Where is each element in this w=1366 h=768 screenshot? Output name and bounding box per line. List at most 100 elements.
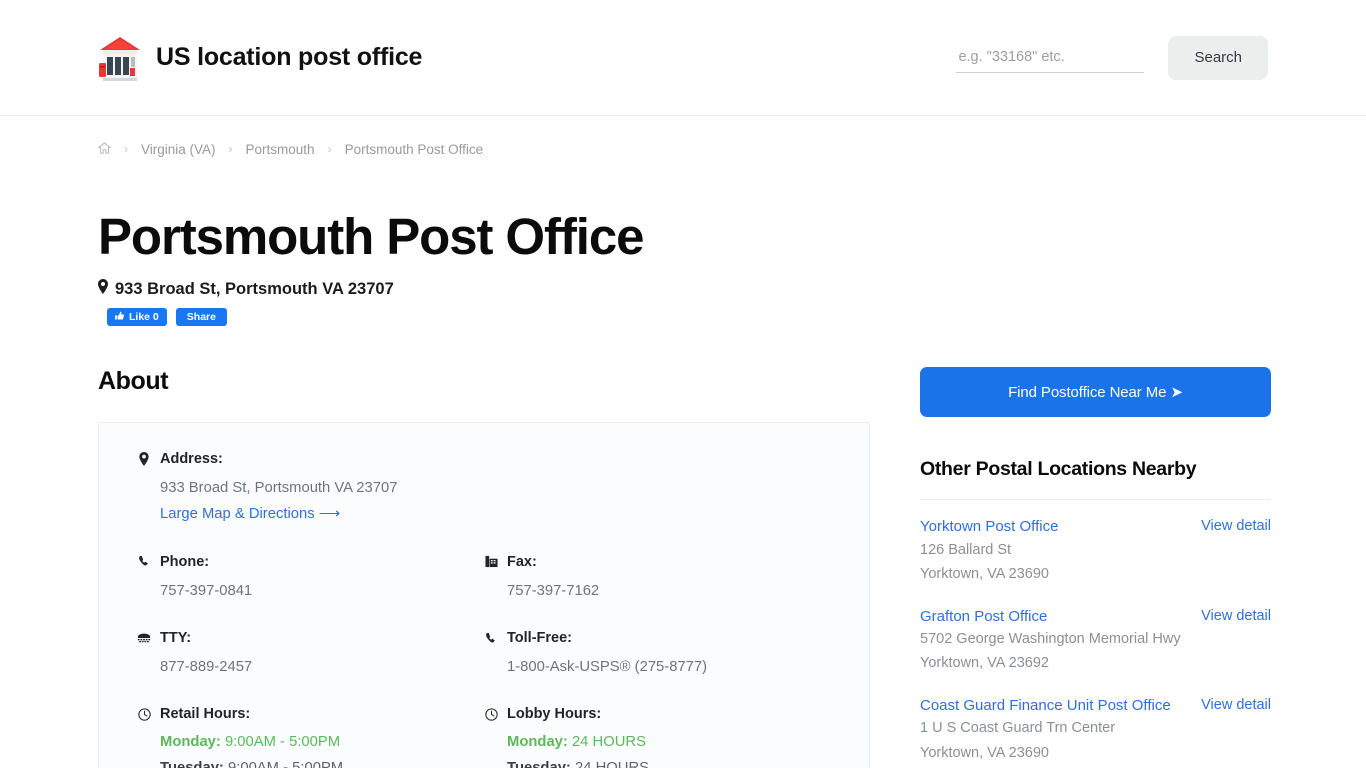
lobby-hours-day: Monday: — [507, 734, 568, 751]
info-tty-label: TTY: — [160, 630, 192, 647]
facebook-share-button[interactable]: Share — [175, 308, 227, 327]
breadcrumb-item-city[interactable]: Portsmouth — [246, 142, 315, 157]
find-postoffice-near-me-button[interactable]: Find Postoffice Near Me ➤ — [920, 367, 1271, 418]
retail-hours-day: Tuesday: — [160, 759, 224, 768]
nearby-location-citystate: Yorktown, VA 23690 — [920, 744, 1049, 761]
site-header: US location post office Search — [0, 0, 1366, 116]
nearby-item-info: Yorktown Post Office 126 Ballard St York… — [920, 517, 1189, 585]
nearby-location-link[interactable]: Yorktown Post Office — [920, 517, 1189, 537]
clock-icon — [484, 707, 498, 722]
info-retail-hours-label: Retail Hours: — [160, 706, 251, 723]
info-block-fax: Fax: 757-397-7162 — [484, 554, 831, 604]
info-fax-header: Fax: — [484, 554, 831, 570]
info-address-label: Address: — [160, 451, 223, 468]
phone-icon — [484, 631, 498, 646]
view-detail-link[interactable]: View detail — [1201, 696, 1271, 713]
info-tollfree-header: Toll-Free: — [484, 630, 831, 646]
nearby-location-street: 1 U S Coast Guard Trn Center — [920, 720, 1116, 737]
view-detail-link[interactable]: View detail — [1201, 607, 1271, 624]
info-block-tollfree: Toll-Free: 1-800-Ask-USPS® (275-8777) — [484, 630, 831, 680]
info-block-lobby-hours: Lobby Hours: Monday: 24 HOURS Tuesday: 2… — [484, 706, 831, 768]
breadcrumb: › Virginia (VA) › Portsmouth › Portsmout… — [97, 116, 1268, 162]
tty-icon — [137, 631, 151, 646]
list-item: Grafton Post Office 5702 George Washingt… — [920, 590, 1271, 679]
content-columns: About Address: 933 Broad St, Portsmouth … — [98, 367, 1271, 768]
lobby-hours-day: Tuesday: — [507, 759, 571, 768]
nearby-locations-list: Yorktown Post Office 126 Ballard St York… — [920, 499, 1271, 768]
nearby-locations-title: Other Postal Locations Nearby — [920, 458, 1197, 481]
brand-title: US location post office — [156, 43, 423, 71]
nearby-location-street: 5702 George Washington Memorial Hwy — [920, 631, 1181, 648]
info-fax-value: 757-397-7162 — [507, 582, 600, 599]
breadcrumb-item-state[interactable]: Virginia (VA) — [141, 142, 216, 157]
info-retail-hours-header: Retail Hours: — [137, 706, 484, 722]
breadcrumb-home-link[interactable] — [97, 141, 112, 157]
info-block-address: Address: 933 Broad St, Portsmouth VA 237… — [137, 451, 831, 528]
page-content: › Virginia (VA) › Portsmouth › Portsmout… — [0, 116, 1366, 768]
info-lobby-hours-header: Lobby Hours: — [484, 706, 831, 722]
list-item: Yorktown Post Office 126 Ballard St York… — [920, 500, 1271, 589]
breadcrumb-separator: › — [124, 142, 128, 156]
home-icon — [97, 141, 112, 154]
post-office-building-icon — [98, 35, 142, 81]
info-tollfree-value: 1-800-Ask-USPS® (275-8777) — [507, 659, 708, 676]
retail-hours-row: Monday: 9:00AM - 5:00PM — [160, 730, 484, 755]
header-search: Search — [956, 35, 1268, 80]
thumbs-up-icon — [115, 311, 125, 324]
search-button[interactable]: Search — [1168, 35, 1268, 80]
info-retail-hours-body: Monday: 9:00AM - 5:00PM Tuesday: 9:00AM … — [137, 730, 484, 768]
nearby-item-info: Grafton Post Office 5702 George Washingt… — [920, 607, 1189, 675]
info-tty-value: 877-889-2457 — [160, 659, 253, 676]
search-input[interactable] — [956, 42, 1145, 73]
info-phone-value: 757-397-0841 — [160, 582, 253, 599]
lobby-hours-value: 24 HOURS — [571, 734, 646, 751]
nearby-item-info: Coast Guard Finance Unit Post Office 1 U… — [920, 696, 1189, 764]
hero-address: 933 Broad St, Portsmouth VA 23707 — [98, 279, 1268, 299]
hero-address-text: 933 Broad St, Portsmouth VA 23707 — [115, 279, 394, 298]
large-map-directions-link[interactable]: Large Map & Directions ⟶ — [160, 501, 340, 527]
retail-hours-row: Tuesday: 9:00AM - 5:00PM — [160, 756, 484, 768]
lobby-hours-value: 24 HOURS — [575, 759, 650, 768]
map-pin-icon — [98, 279, 108, 299]
about-section-title: About — [98, 367, 169, 396]
hero-block: Portsmouth Post Office 933 Broad St, Por… — [98, 162, 1268, 327]
fax-icon — [484, 554, 498, 569]
info-phone-label: Phone: — [160, 553, 210, 570]
main-column: About Address: 933 Broad St, Portsmouth … — [98, 367, 870, 768]
lobby-hours-row: Tuesday: 24 HOURS — [507, 756, 831, 768]
info-lobby-hours-body: Monday: 24 HOURS Tuesday: 24 HOURS Wedne… — [484, 730, 831, 768]
clock-icon — [137, 707, 151, 722]
nearby-location-street: 126 Ballard St — [920, 541, 1012, 558]
retail-hours-value: 9:00AM - 5:00PM — [224, 734, 341, 751]
breadcrumb-separator: › — [228, 142, 233, 156]
info-address-body: 933 Broad St, Portsmouth VA 23707 Large … — [137, 475, 831, 528]
lobby-hours-row: Monday: 24 HOURS — [507, 730, 831, 755]
map-pin-icon — [137, 452, 151, 467]
view-detail-link[interactable]: View detail — [1201, 517, 1271, 534]
nearby-location-link[interactable]: Grafton Post Office — [920, 607, 1189, 627]
brand-logo-link[interactable]: US location post office — [98, 35, 422, 81]
info-phone-header: Phone: — [137, 554, 484, 570]
page-title: Portsmouth Post Office — [98, 208, 644, 265]
info-tty-header: TTY: — [137, 630, 484, 646]
info-block-phone: Phone: 757-397-0841 — [137, 554, 484, 604]
info-block-retail-hours: Retail Hours: Monday: 9:00AM - 5:00PM Tu… — [137, 706, 484, 768]
breadcrumb-separator: › — [327, 142, 332, 156]
info-address-value: 933 Broad St, Portsmouth VA 23707 — [160, 480, 398, 497]
nearby-location-citystate: Yorktown, VA 23692 — [920, 655, 1049, 672]
info-block-tty: TTY: 877-889-2457 — [137, 630, 484, 680]
facebook-like-label: Like 0 — [129, 311, 159, 324]
nearby-location-citystate: Yorktown, VA 23690 — [920, 566, 1049, 583]
phone-icon — [137, 554, 151, 569]
sidebar-column: Find Postoffice Near Me ➤ Other Postal L… — [920, 367, 1271, 768]
retail-hours-value: 9:00AM - 5:00PM — [228, 759, 344, 768]
nearby-location-link[interactable]: Coast Guard Finance Unit Post Office — [920, 696, 1189, 716]
list-item: Coast Guard Finance Unit Post Office 1 U… — [920, 679, 1271, 768]
info-address-header: Address: — [137, 451, 831, 467]
facebook-like-button[interactable]: Like 0 — [107, 308, 167, 327]
info-lobby-hours-label: Lobby Hours: — [507, 706, 602, 723]
info-tollfree-label: Toll-Free: — [507, 630, 572, 647]
breadcrumb-item-current: Portsmouth Post Office — [344, 141, 484, 157]
facebook-social-row: Like 0 Share — [98, 308, 1268, 327]
about-card: Address: 933 Broad St, Portsmouth VA 237… — [98, 422, 870, 768]
